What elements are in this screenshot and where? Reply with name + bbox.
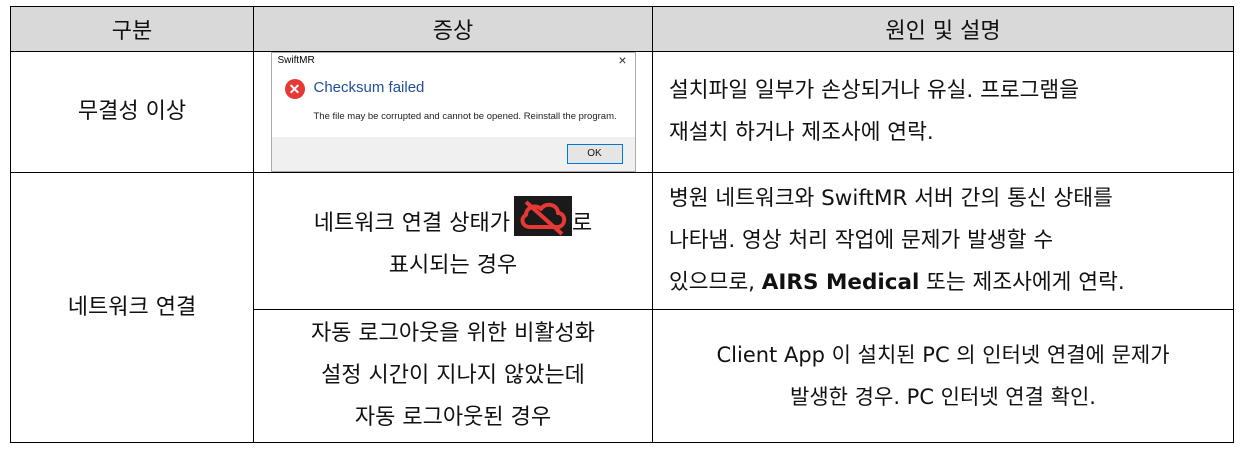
cause-line: 재설치 하거나 제조사에 연락.	[669, 120, 934, 145]
symptom-network-status: 네트워크 연결 상태가 로 표시되는 경우	[253, 172, 653, 310]
cause-text: 있으므로,	[669, 270, 762, 295]
header-symptom: 증상	[253, 6, 653, 52]
cause-line: 나타냄. 영상 처리 작업에 문제가 발생할 수	[669, 228, 1054, 253]
cause-line: 병원 네트워크와 SwiftMR 서버 간의 통신 상태를	[669, 186, 1113, 211]
cause-integrity: 설치파일 일부가 손상되거나 유실. 프로그램을 재설치 하거나 제조사에 연락…	[652, 51, 1234, 173]
checksum-dialog: SwiftMR × ✕ Checksum failed The file may…	[270, 52, 636, 172]
cloud-offline-icon	[513, 195, 572, 236]
symptom-text: 자동 로그아웃된 경우	[354, 405, 552, 430]
dialog-message: The file may be corrupted and cannot be …	[313, 111, 617, 122]
symptom-text: 로	[571, 210, 593, 236]
dialog-heading: Checksum failed	[313, 79, 425, 96]
table-row: 네트워크 연결 네트워크 연결 상태가 로 표시되는 경우 병원 네트워크와 Sw…	[10, 172, 1234, 443]
company-name: AIRS Medical	[761, 270, 920, 295]
cause-line: Client App 이 설치된 PC 의 인터넷 연결에 문제가	[716, 343, 1170, 367]
symptom-text: 네트워크 연결 상태가	[313, 210, 510, 236]
troubleshooting-table: 구분 증상 원인 및 설명 무결성 이상 SwiftMR × ✕ Checksu…	[10, 6, 1234, 443]
symptom-integrity: SwiftMR × ✕ Checksum failed The file may…	[253, 51, 653, 173]
close-icon[interactable]: ×	[618, 52, 626, 68]
cause-network-status: 병원 네트워크와 SwiftMR 서버 간의 통신 상태를 나타냄. 영상 처리…	[652, 172, 1234, 310]
cause-line: 설치파일 일부가 손상되거나 유실. 프로그램을	[669, 78, 1079, 103]
symptom-text: 표시되는 경우	[388, 252, 518, 278]
cause-line: 발생한 경우. PC 인터넷 연결 확인.	[790, 385, 1096, 409]
cause-text: 또는 제조사에게 연락.	[919, 270, 1125, 295]
table-row: 무결성 이상 SwiftMR × ✕ Checksum failed The f…	[10, 51, 1234, 173]
error-x-icon: ✕	[284, 79, 305, 99]
symptom-auto-logout: 자동 로그아웃을 위한 비활성화 설정 시간이 지나지 않았는데 자동 로그아웃…	[253, 309, 653, 443]
header-category: 구분	[10, 6, 254, 52]
header-cause: 원인 및 설명	[652, 6, 1234, 52]
category-network: 네트워크 연결	[10, 172, 254, 443]
category-integrity: 무결성 이상	[10, 51, 254, 173]
cause-line: 있으므로, AIRS Medical 또는 제조사에게 연락.	[669, 262, 1217, 304]
dialog-footer: OK	[271, 137, 635, 171]
symptom-text: 설정 시간이 지나지 않았는데	[321, 363, 585, 388]
ok-button[interactable]: OK	[566, 144, 623, 164]
dialog-title: SwiftMR	[277, 55, 315, 66]
cause-auto-logout: Client App 이 설치된 PC 의 인터넷 연결에 문제가 발생한 경우…	[652, 309, 1234, 443]
symptom-text: 자동 로그아웃을 위한 비활성화	[310, 321, 596, 346]
